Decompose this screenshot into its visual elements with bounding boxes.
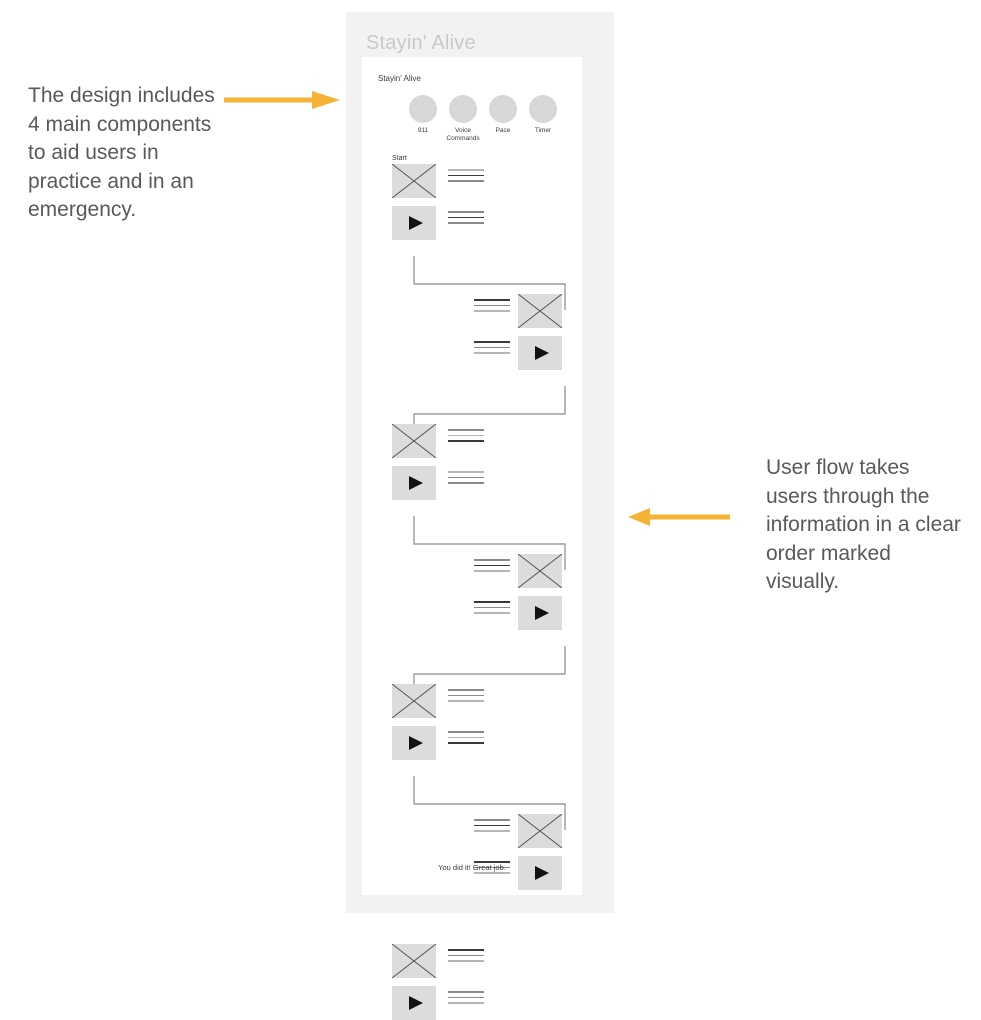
step-6-image-placeholder-icon[interactable] xyxy=(518,814,562,848)
device-frame: Stayin' Alive Stayin' Alive 911 Voice Co… xyxy=(346,12,614,1020)
step-4-media-text-lines xyxy=(474,601,510,614)
step-3-play-icon[interactable] xyxy=(392,466,436,500)
flow-steps xyxy=(362,57,582,1020)
annotation-left-arrow-icon xyxy=(224,91,340,109)
step-2-play-icon[interactable] xyxy=(518,336,562,370)
annotation-right-text: User flow takes users through the inform… xyxy=(766,456,961,593)
step-5-image-placeholder-icon[interactable] xyxy=(392,684,436,718)
step-5-media-text-lines xyxy=(448,731,484,744)
step-1-play-icon[interactable] xyxy=(392,206,436,240)
app-title: Stayin' Alive xyxy=(366,32,476,54)
step-2-media-text-lines xyxy=(474,341,510,354)
step-4-text-lines xyxy=(474,559,510,572)
annotation-right-arrow-icon xyxy=(628,508,730,526)
step-3-image-placeholder-icon[interactable] xyxy=(392,424,436,458)
step-3-media-text-lines xyxy=(448,471,484,484)
step-2-image-placeholder-icon[interactable] xyxy=(518,294,562,328)
step-2-text-lines xyxy=(474,299,510,312)
step-4-play-icon[interactable] xyxy=(518,596,562,630)
step-5-text-lines xyxy=(448,689,484,702)
step-4-image-placeholder-icon[interactable] xyxy=(518,554,562,588)
end-message: You did it! Great job. xyxy=(438,863,506,872)
step-7-text-lines xyxy=(448,949,484,962)
annotation-left-text: The design includes 4 main components to… xyxy=(28,84,215,221)
step-1-text-lines xyxy=(448,169,484,182)
app-screen: Stayin' Alive 911 Voice Commands Pace Ti… xyxy=(362,57,582,1020)
step-1-media-text-lines xyxy=(448,211,484,224)
step-7-play-icon[interactable] xyxy=(392,986,436,1020)
step-5-play-icon[interactable] xyxy=(392,726,436,760)
step-7-media-text-lines xyxy=(448,991,484,1004)
step-7-image-placeholder-icon[interactable] xyxy=(392,944,436,978)
step-1-image-placeholder-icon[interactable] xyxy=(392,164,436,198)
step-6-play-icon[interactable] xyxy=(518,856,562,890)
step-6-text-lines xyxy=(474,819,510,832)
step-3-text-lines xyxy=(448,429,484,442)
